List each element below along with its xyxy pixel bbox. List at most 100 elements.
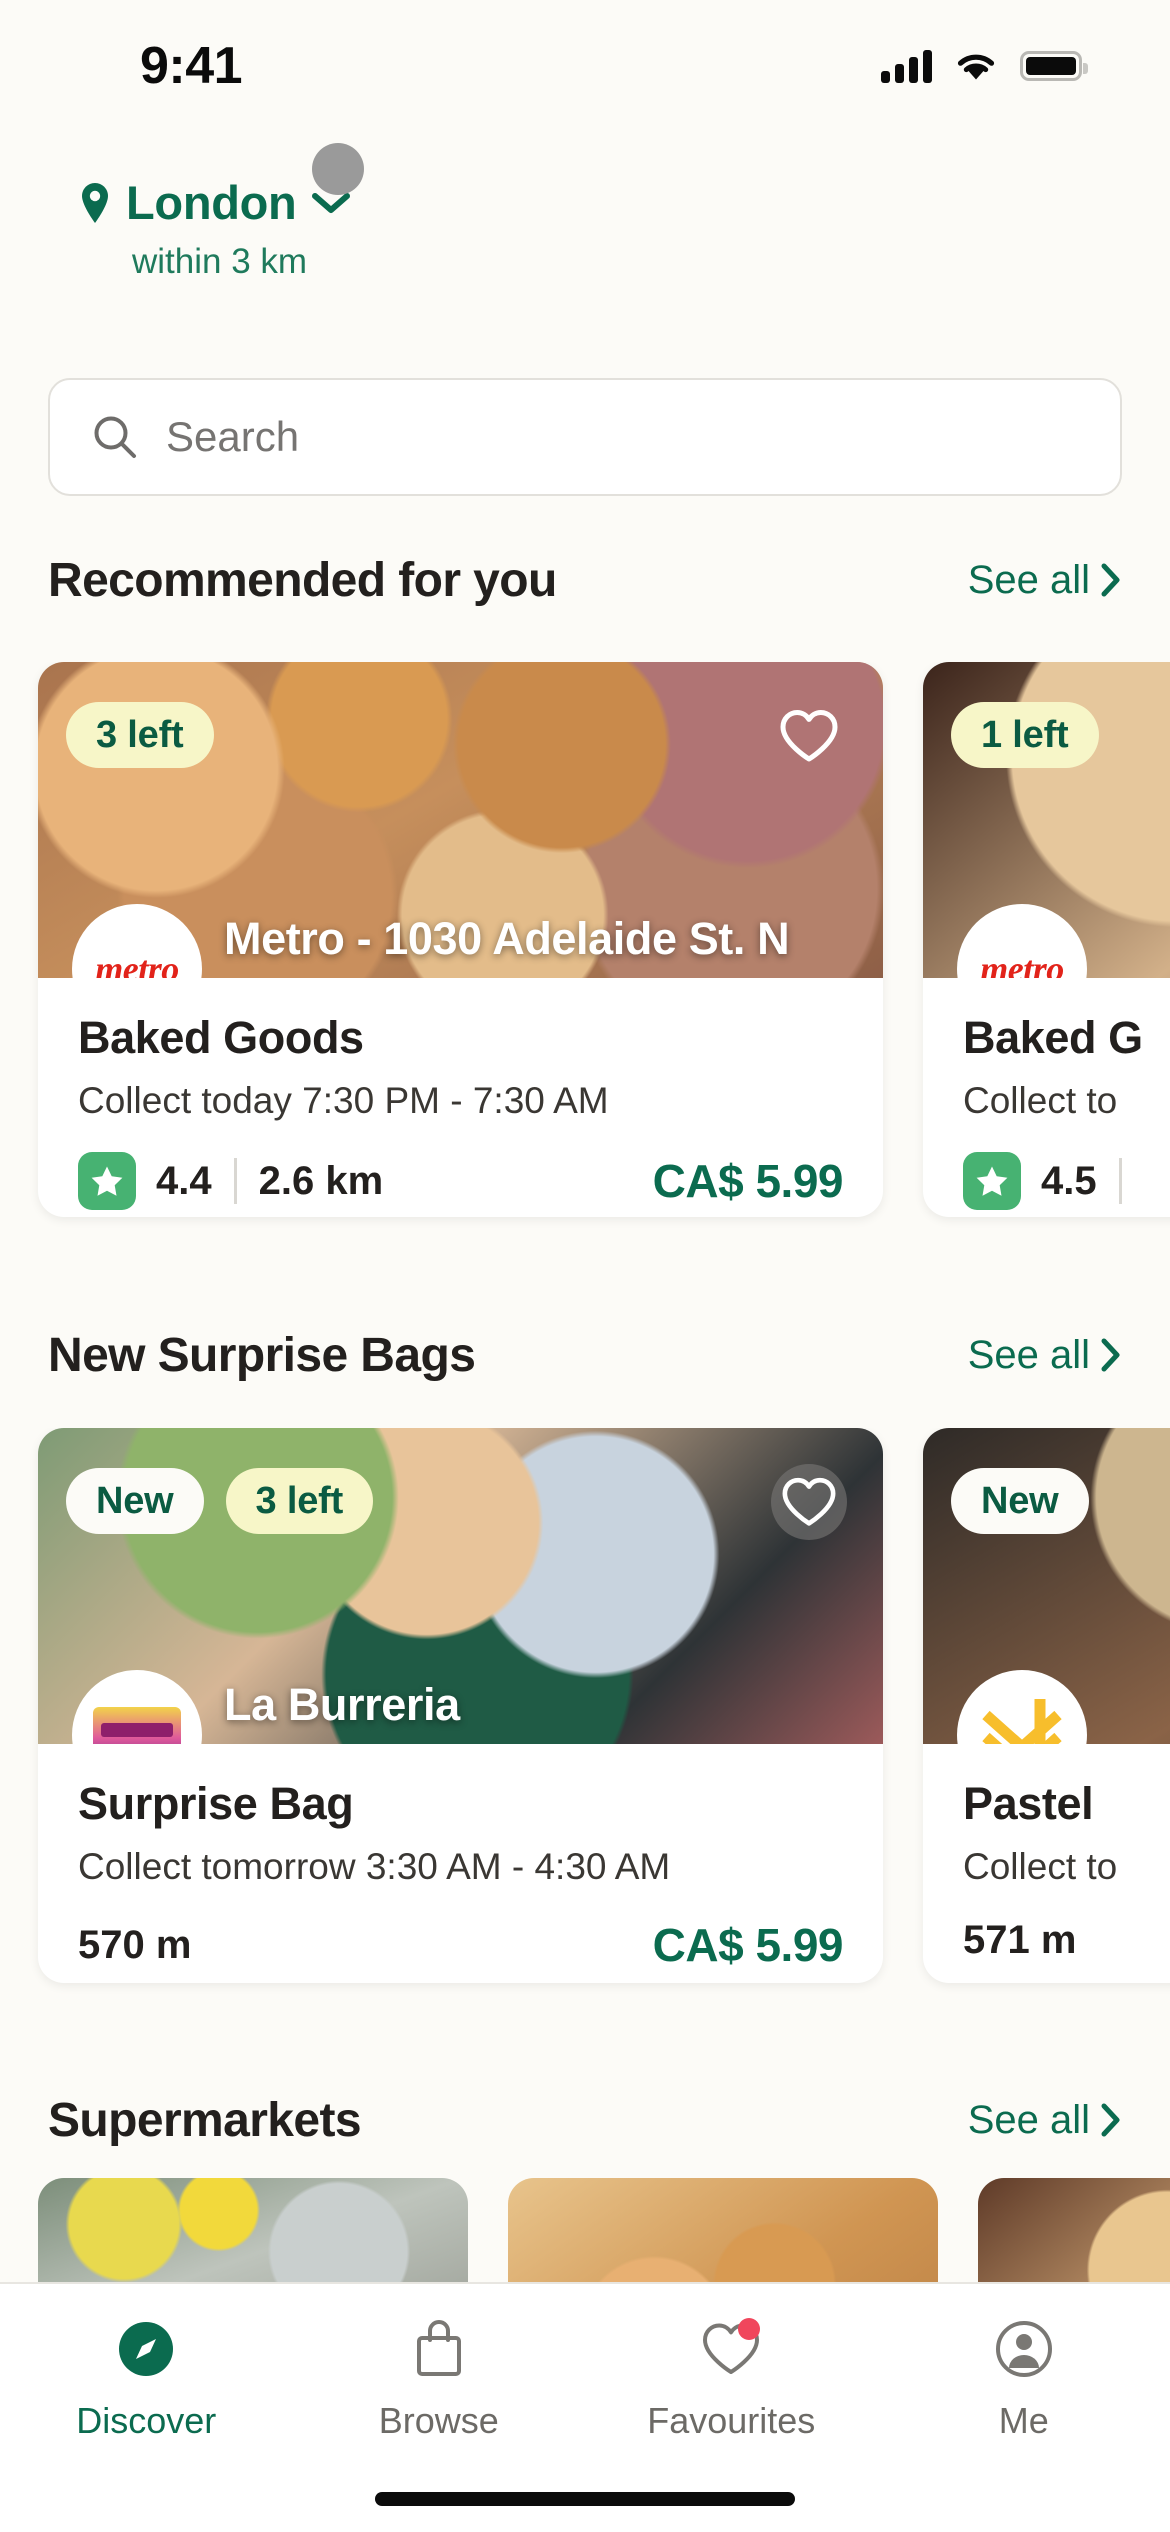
location-city: London xyxy=(126,176,297,229)
meta-divider xyxy=(233,1158,237,1204)
store-logo xyxy=(72,1670,202,1744)
new-badge: New xyxy=(951,1468,1089,1534)
nav-label: Discover xyxy=(76,2400,217,2441)
offer-details: Surprise Bag Collect tomorrow 3:30 AM - … xyxy=(38,1744,883,1972)
bag-icon xyxy=(408,2318,470,2380)
section-title: Recommended for you xyxy=(48,553,557,607)
bottom-navigation: Discover Browse Favourites Me xyxy=(0,2282,1170,2532)
compass-icon xyxy=(115,2318,177,2380)
offer-meta: 4.5 xyxy=(963,1152,1170,1210)
offer-details: Baked G Collect to 4.5 xyxy=(923,978,1170,1210)
nav-item-favourites[interactable]: Favourites xyxy=(585,2318,878,2442)
person-icon xyxy=(993,2318,1055,2380)
search-icon xyxy=(94,416,136,458)
chevron-right-icon xyxy=(1100,2103,1122,2137)
avatar-placeholder[interactable] xyxy=(312,143,364,195)
favourite-button[interactable] xyxy=(771,698,847,774)
offer-card[interactable]: 1 left metro Baked G Collect to 4.5 xyxy=(923,662,1170,1217)
item-title: Baked G xyxy=(963,1012,1143,1063)
heart-outline-icon xyxy=(780,710,838,762)
status-bar: 9:41 xyxy=(0,0,1170,118)
rating-value: 4.4 xyxy=(156,1158,212,1203)
cellular-signal-icon xyxy=(881,49,932,83)
location-selector[interactable]: London xyxy=(0,143,1170,230)
see-all-supermarkets[interactable]: See all xyxy=(968,2098,1122,2143)
badge-group: New xyxy=(951,1468,1089,1534)
collect-window: Collect to xyxy=(963,1080,1118,1121)
stock-badge: 3 left xyxy=(66,702,214,768)
badge-group: 1 left xyxy=(951,702,1099,768)
metro-logo-text: metro xyxy=(95,949,179,978)
location-pin-icon xyxy=(78,181,112,225)
status-bar-time: 9:41 xyxy=(140,37,243,95)
price: CA$ 5.99 xyxy=(652,1155,844,1207)
rating: 4.5 xyxy=(963,1152,1097,1210)
rating: 4.4 xyxy=(78,1152,212,1210)
item-title: Surprise Bag xyxy=(78,1778,354,1829)
see-all-label: See all xyxy=(967,1332,1090,1377)
location-radius: within 3 km xyxy=(132,242,308,281)
offer-image: New xyxy=(923,1428,1170,1744)
offer-details: Baked Goods Collect today 7:30 PM - 7:30… xyxy=(38,978,883,1210)
item-title: Pastel xyxy=(963,1778,1094,1829)
stock-badge: 3 left xyxy=(225,1468,374,1534)
rating-value: 4.5 xyxy=(1041,1158,1097,1203)
offer-meta: 570 m CA$ 5.99 xyxy=(78,1918,844,1972)
offer-card[interactable]: New 3 left La Burreria Surprise Bag Coll… xyxy=(38,1428,883,1983)
la-burreria-logo-icon xyxy=(93,1707,181,1744)
nav-item-me[interactable]: Me xyxy=(878,2318,1170,2442)
card-row-new-surprise-bags[interactable]: New 3 left La Burreria Surprise Bag Coll… xyxy=(0,1428,1170,2008)
store-logo: metro xyxy=(72,904,202,978)
heart-outline-icon xyxy=(782,1477,836,1526)
supermarket-tile[interactable] xyxy=(978,2178,1170,2298)
section-header-recommended: Recommended for you See all xyxy=(48,545,1122,615)
metro-logo-text: metro xyxy=(980,949,1064,978)
store-logo: metro xyxy=(957,904,1087,978)
search-input[interactable]: Search xyxy=(166,413,299,461)
nav-label: Favourites xyxy=(647,2400,816,2441)
card-row-supermarkets[interactable] xyxy=(0,2178,1170,2298)
app-screen: 9:41 London within 3 km Search Recommend… xyxy=(0,0,1170,2532)
pastel-logo-icon xyxy=(976,1689,1068,1744)
supermarket-tile[interactable] xyxy=(508,2178,938,2298)
section-title: Supermarkets xyxy=(48,2093,362,2147)
favourite-button[interactable] xyxy=(771,1464,847,1540)
store-logo xyxy=(957,1670,1087,1744)
see-all-label: See all xyxy=(967,2097,1090,2142)
collect-window: Collect today 7:30 PM - 7:30 AM xyxy=(78,1080,609,1121)
location-header: London within 3 km xyxy=(0,143,1170,282)
offer-card[interactable]: 3 left metro Metro - 1030 Adelaide St. N… xyxy=(38,662,883,1217)
store-name: La Burreria xyxy=(224,1678,460,1730)
offer-details: Pastel Collect to 571 m xyxy=(923,1744,1170,1963)
stock-badge: 1 left xyxy=(951,702,1099,768)
offer-image: 1 left metro xyxy=(923,662,1170,978)
nav-label: Me xyxy=(998,2400,1049,2441)
card-row-recommended[interactable]: 3 left metro Metro - 1030 Adelaide St. N… xyxy=(0,662,1170,1242)
search-bar[interactable]: Search xyxy=(48,378,1122,496)
battery-full-icon xyxy=(1020,51,1088,81)
offer-meta: 571 m xyxy=(963,1918,1170,1963)
offer-meta: 4.4 2.6 km CA$ 5.99 xyxy=(78,1152,844,1210)
collect-window: Collect to xyxy=(963,1846,1118,1887)
see-all-new-surprise-bags[interactable]: See all xyxy=(968,1333,1122,1378)
section-header-supermarkets: Supermarkets See all xyxy=(48,2085,1122,2155)
store-name: Metro - 1030 Adelaide St. N xyxy=(224,912,790,964)
see-all-label: See all xyxy=(967,557,1090,602)
offer-card[interactable]: New Pastel Collect to 571 m xyxy=(923,1428,1170,1983)
offer-image: 3 left metro Metro - 1030 Adelaide St. N xyxy=(38,662,883,978)
meta-divider xyxy=(1118,1158,1122,1204)
see-all-recommended[interactable]: See all xyxy=(968,558,1122,603)
status-bar-icons xyxy=(881,49,1088,83)
distance: 570 m xyxy=(78,1922,192,1967)
nav-item-discover[interactable]: Discover xyxy=(0,2318,293,2442)
collect-window: Collect tomorrow 3:30 AM - 4:30 AM xyxy=(78,1846,671,1887)
section-header-new-surprise-bags: New Surprise Bags See all xyxy=(48,1320,1122,1390)
offer-image: New 3 left La Burreria xyxy=(38,1428,883,1744)
nav-item-browse[interactable]: Browse xyxy=(293,2318,586,2442)
new-badge: New xyxy=(66,1468,204,1534)
star-icon xyxy=(963,1152,1021,1210)
distance: 571 m xyxy=(963,1918,1077,1962)
nav-label: Browse xyxy=(378,2400,499,2441)
price: CA$ 5.99 xyxy=(652,1919,844,1971)
supermarket-tile[interactable] xyxy=(38,2178,468,2298)
